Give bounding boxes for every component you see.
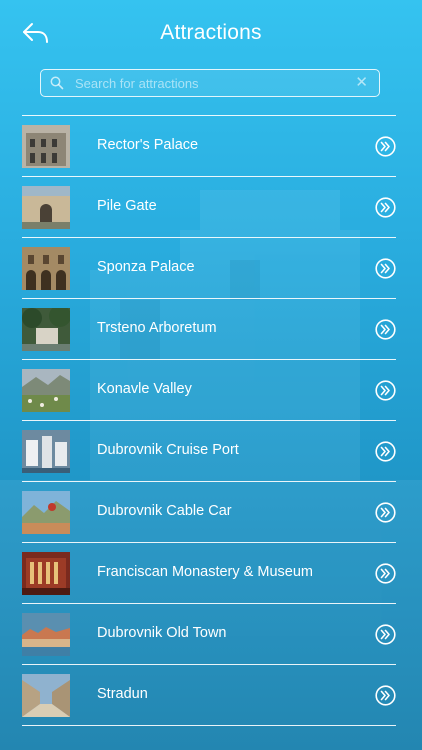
cruise-port-thumbnail — [22, 430, 70, 473]
list-item[interactable]: Rector's Palace — [22, 115, 396, 176]
attraction-name: Dubrovnik Cable Car — [97, 503, 232, 519]
chevron-double-right-icon[interactable] — [375, 319, 396, 340]
list-item[interactable]: Franciscan Monastery & Museum — [22, 542, 396, 603]
page-title: Attractions — [160, 21, 262, 44]
rectors-palace-thumbnail — [22, 125, 70, 168]
list-item[interactable]: Trsteno Arboretum — [22, 298, 396, 359]
app-header: Attractions — [0, 0, 422, 66]
pile-gate-thumbnail — [22, 186, 70, 229]
attraction-name: Dubrovnik Old Town — [97, 625, 227, 641]
attraction-name: Konavle Valley — [97, 381, 192, 397]
old-town-thumbnail — [22, 613, 70, 656]
list-item[interactable]: Dubrovnik Cruise Port — [22, 420, 396, 481]
search-input[interactable] — [73, 70, 347, 97]
list-item[interactable]: Dubrovnik Old Town — [22, 603, 396, 664]
attraction-name: Sponza Palace — [97, 259, 195, 275]
list-item[interactable]: Pile Gate — [22, 176, 396, 237]
chevron-double-right-icon[interactable] — [375, 441, 396, 462]
chevron-double-right-icon[interactable] — [375, 197, 396, 218]
clear-search-icon[interactable]: ✕ — [355, 74, 368, 92]
trsteno-arboretum-thumbnail — [22, 308, 70, 351]
attractions-list: Rector's Palace Pile Gate Sponza Palace — [22, 115, 396, 726]
list-item[interactable]: Konavle Valley — [22, 359, 396, 420]
attraction-name: Franciscan Monastery & Museum — [97, 564, 313, 580]
chevron-double-right-icon[interactable] — [375, 502, 396, 523]
cable-car-thumbnail — [22, 491, 70, 534]
chevron-double-right-icon[interactable] — [375, 380, 396, 401]
sponza-palace-thumbnail — [22, 247, 70, 290]
stradun-thumbnail — [22, 674, 70, 717]
chevron-double-right-icon[interactable] — [375, 258, 396, 279]
chevron-double-right-icon[interactable] — [375, 685, 396, 706]
attraction-name: Dubrovnik Cruise Port — [97, 442, 239, 458]
konavle-valley-thumbnail — [22, 369, 70, 412]
franciscan-monastery-thumbnail — [22, 552, 70, 595]
list-item[interactable]: Stradun — [22, 664, 396, 726]
attraction-name: Rector's Palace — [97, 137, 199, 153]
search-bar[interactable]: ✕ — [40, 69, 380, 97]
chevron-double-right-icon[interactable] — [375, 624, 396, 645]
attraction-name: Pile Gate — [97, 198, 157, 214]
attraction-name: Trsteno Arboretum — [97, 320, 217, 336]
chevron-double-right-icon[interactable] — [375, 136, 396, 157]
chevron-double-right-icon[interactable] — [375, 563, 396, 584]
list-item[interactable]: Sponza Palace — [22, 237, 396, 298]
list-item[interactable]: Dubrovnik Cable Car — [22, 481, 396, 542]
attraction-name: Stradun — [97, 686, 148, 702]
search-icon — [50, 76, 64, 90]
